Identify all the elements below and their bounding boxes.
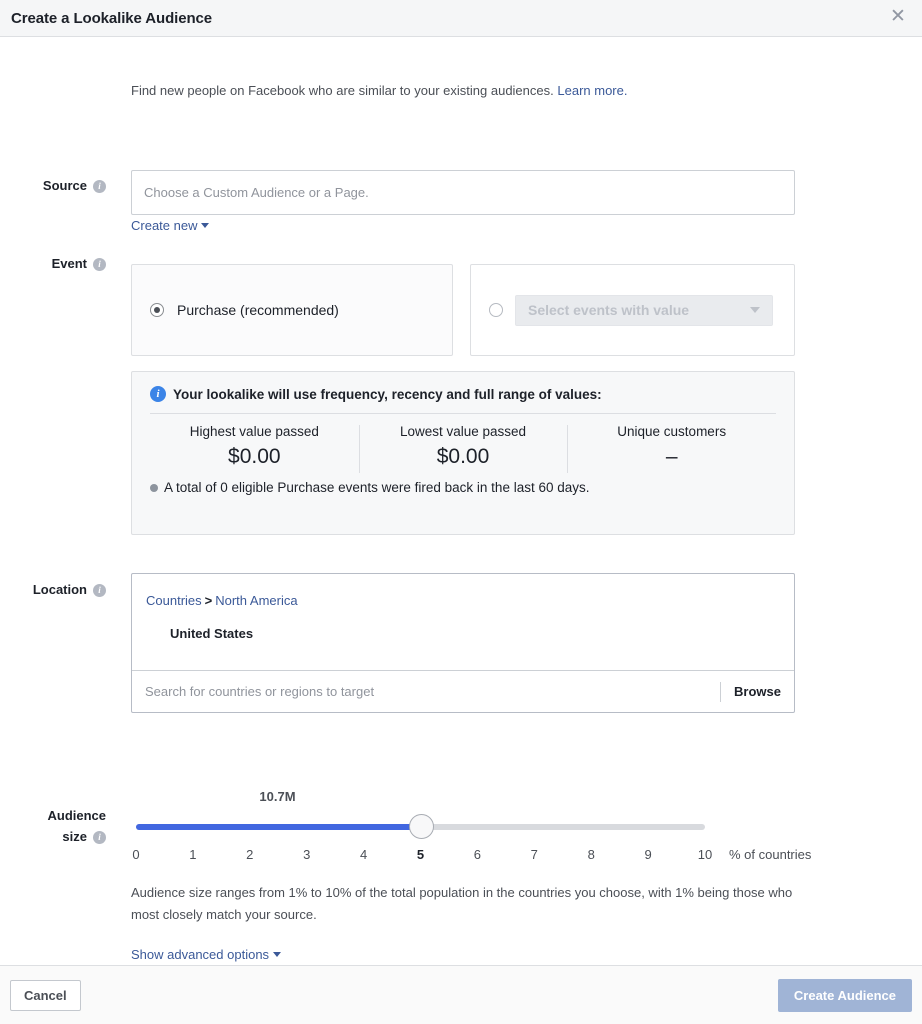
- event-option-value-events[interactable]: Select events with value: [470, 264, 795, 356]
- show-advanced-options[interactable]: Show advanced options: [131, 947, 282, 962]
- audience-size-estimate: 10.7M: [259, 789, 296, 804]
- slider-ticks: 0 1 2 3 4 5 6 7 8 9 10: [132, 847, 712, 865]
- slider-tick-9[interactable]: 9: [644, 847, 651, 862]
- selected-country[interactable]: United States: [170, 626, 780, 641]
- create-lookalike-audience-dialog: Create a Lookalike Audience ✕ Find new p…: [0, 0, 922, 1024]
- slider-tick-2[interactable]: 2: [246, 847, 253, 862]
- divider: [150, 413, 776, 414]
- dialog-header: Create a Lookalike Audience ✕: [0, 0, 922, 37]
- learn-more-link[interactable]: Learn more.: [557, 83, 627, 98]
- radio-value-events[interactable]: [489, 303, 503, 317]
- info-panel-header: i Your lookalike will use frequency, rec…: [132, 372, 794, 402]
- breadcrumb: Countries > North America: [146, 593, 780, 608]
- info-icon[interactable]: i: [93, 258, 106, 271]
- audience-size-label-line1: Audience: [47, 808, 106, 823]
- stat-label: Unique customers: [617, 424, 727, 439]
- bullet-icon: [150, 483, 158, 492]
- create-audience-button[interactable]: Create Audience: [777, 978, 912, 1012]
- stat-value: –: [665, 445, 678, 468]
- radio-purchase[interactable]: [150, 303, 164, 317]
- slider-tick-4[interactable]: 4: [360, 847, 367, 862]
- close-icon[interactable]: ✕: [888, 7, 908, 28]
- info-circle-icon: i: [150, 386, 166, 402]
- stat-highest-value: Highest value passed $0.00: [150, 423, 359, 470]
- slider-tick-10[interactable]: 10: [698, 847, 712, 862]
- breadcrumb-countries[interactable]: Countries: [146, 593, 202, 608]
- slider-tick-3[interactable]: 3: [303, 847, 310, 862]
- chevron-down-icon: [273, 952, 282, 957]
- breadcrumb-separator: >: [204, 593, 213, 608]
- stat-label: Highest value passed: [189, 424, 319, 439]
- audience-size-description: Audience size ranges from 1% to 10% of t…: [131, 885, 793, 922]
- slider-tick-7[interactable]: 7: [531, 847, 538, 862]
- create-new-label: Create new: [131, 218, 198, 233]
- location-search-row: Browse: [132, 670, 794, 712]
- slider-tick-1[interactable]: 1: [189, 847, 196, 862]
- chevron-down-icon: [201, 223, 210, 228]
- source-input[interactable]: [131, 170, 795, 215]
- dialog-footer: Cancel Create Audience: [0, 965, 922, 1024]
- stat-lowest-value: Lowest value passed $0.00: [358, 423, 568, 473]
- event-option-purchase-label: Purchase (recommended): [177, 302, 339, 318]
- stat-value: $0.00: [436, 445, 490, 468]
- location-label-text: Location: [32, 582, 87, 597]
- info-icon[interactable]: i: [93, 584, 106, 597]
- cancel-button[interactable]: Cancel: [10, 979, 81, 1011]
- info-panel-footnote: A total of 0 eligible Purchase events we…: [132, 470, 794, 495]
- value-events-select-label: Select events with value: [528, 302, 690, 318]
- location-search-input[interactable]: [132, 684, 721, 699]
- stat-unique-customers: Unique customers –: [567, 423, 776, 473]
- browse-button[interactable]: Browse: [720, 681, 794, 702]
- slider-tick-5[interactable]: 5: [417, 847, 424, 862]
- slider-tick-8[interactable]: 8: [588, 847, 595, 862]
- info-icon[interactable]: i: [93, 831, 106, 844]
- lookalike-values-info-panel: i Your lookalike will use frequency, rec…: [131, 371, 795, 535]
- event-label: Event i: [0, 255, 106, 272]
- show-advanced-options-label: Show advanced options: [131, 947, 270, 962]
- intro-description: Find new people on Facebook who are simi…: [131, 83, 554, 98]
- location-selector: Countries>North America United States Br…: [131, 573, 795, 713]
- info-panel-footnote-text: A total of 0 eligible Purchase events we…: [164, 480, 590, 495]
- slider-track-fill: [136, 824, 421, 830]
- slider-tick-6[interactable]: 6: [474, 847, 481, 862]
- location-label: Location i: [0, 581, 106, 598]
- intro-text: Find new people on Facebook who are simi…: [131, 83, 627, 98]
- value-events-select: Select events with value: [515, 294, 773, 326]
- audience-size-slider[interactable]: [136, 814, 705, 839]
- event-label-text: Event: [51, 256, 87, 271]
- source-label: Source i: [0, 177, 106, 194]
- page-title: Create a Lookalike Audience: [11, 9, 212, 27]
- create-new-dropdown[interactable]: Create new: [131, 218, 210, 233]
- info-icon[interactable]: i: [93, 180, 106, 193]
- stat-label: Lowest value passed: [399, 424, 527, 439]
- stat-value: $0.00: [228, 445, 281, 468]
- slider-tick-0[interactable]: 0: [132, 847, 139, 862]
- dialog-body: Find new people on Facebook who are simi…: [0, 37, 922, 965]
- slider-suffix: % of countries: [729, 847, 812, 862]
- info-panel-heading: Your lookalike will use frequency, recen…: [173, 386, 602, 402]
- value-stats: Highest value passed $0.00 Lowest value …: [132, 423, 794, 473]
- audience-size-label: Audience size i: [0, 805, 106, 847]
- location-browser: Countries > North America United States: [132, 574, 794, 670]
- breadcrumb-north-america[interactable]: North America: [215, 593, 297, 608]
- chevron-down-icon: [750, 307, 760, 313]
- event-option-purchase[interactable]: Purchase (recommended): [131, 264, 453, 356]
- slider-handle[interactable]: [408, 814, 434, 839]
- audience-size-label-line2: size: [62, 829, 87, 844]
- source-label-text: Source: [42, 178, 87, 193]
